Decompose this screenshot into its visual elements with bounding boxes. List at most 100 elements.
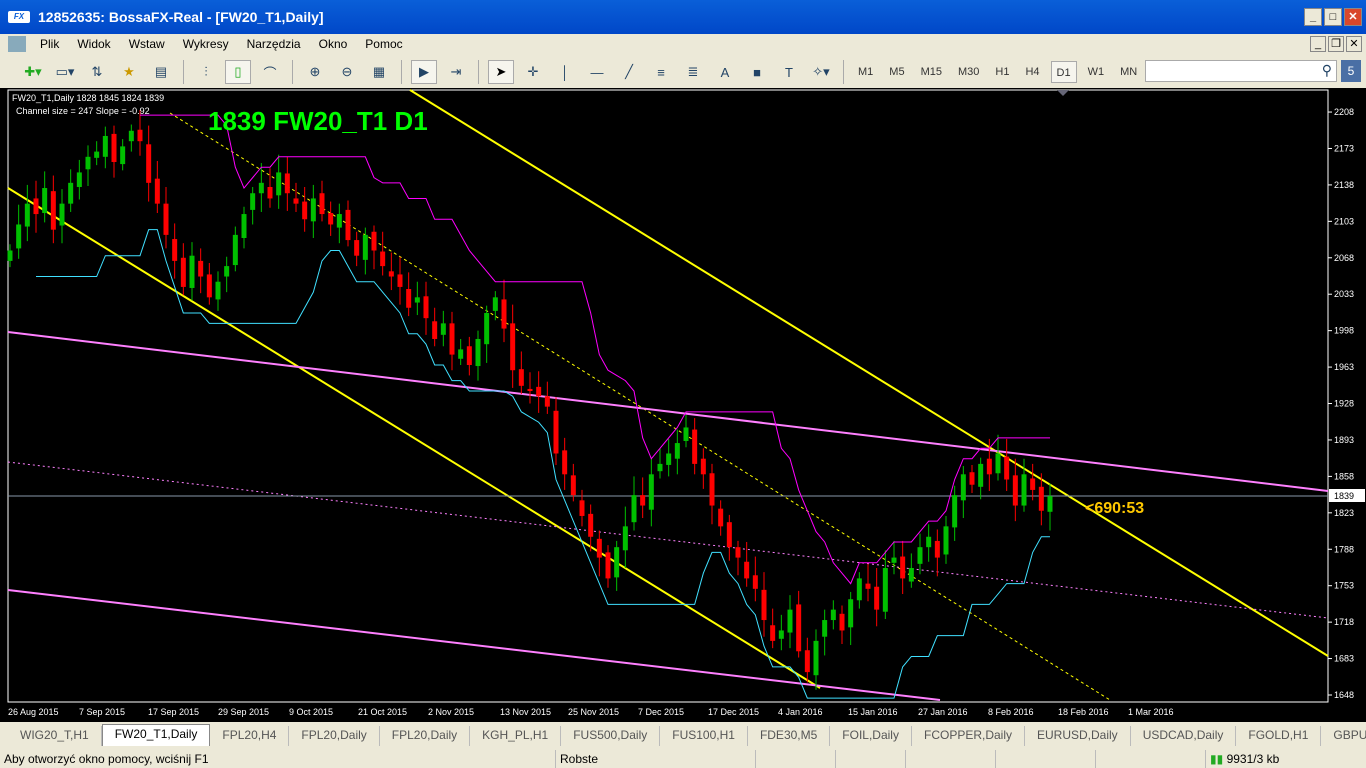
label-icon[interactable]: ■ [744,60,770,84]
chart-tab[interactable]: KGH_PL,H1 [470,726,562,746]
zoom-in-icon[interactable]: ⊕ [302,60,328,84]
pink-upper-line[interactable] [7,331,1329,492]
candle-body [59,203,65,226]
status-profile: Robste [556,750,756,768]
timeframe-m30[interactable]: M30 [953,61,984,83]
chart-tab[interactable]: FPL20,Daily [289,726,380,746]
auto-scroll-icon[interactable]: ▶ [411,60,437,84]
price-tick: 1648 [1334,690,1354,700]
cursor-icon[interactable]: ➤ [488,60,514,84]
timeframe-m5[interactable]: M5 [884,61,909,83]
candle-body [813,640,819,676]
chart-tab[interactable]: FPL20,H4 [210,726,290,746]
candle-body [33,198,39,215]
candle-body [709,473,715,506]
candle-body [76,172,82,187]
timeframe-d1[interactable]: D1 [1050,61,1077,83]
profiles-icon[interactable]: ▭▾ [52,60,78,84]
candle-body [7,250,13,261]
timeframe-w1[interactable]: W1 [1083,61,1110,83]
menu-narzedzia[interactable]: Narzędzia [247,37,301,51]
candle-body [102,135,108,157]
candle-body [752,575,758,589]
channel-lower-line[interactable] [7,187,821,689]
chart-shift-marker[interactable] [1057,90,1069,96]
timeframe-m15[interactable]: M15 [916,61,947,83]
text-icon[interactable]: A [712,60,738,84]
candle-body [388,271,394,277]
candle-body [475,338,481,367]
candle-body [449,323,455,355]
timeframe-h1[interactable]: H1 [990,61,1014,83]
child-restore-button[interactable]: ❐ [1328,36,1344,52]
chart-tab[interactable]: FDE30,M5 [748,726,831,746]
chart-tab[interactable]: FGOLD,H1 [1236,726,1322,746]
chart-tab[interactable]: FCOPPER,Daily [912,726,1025,746]
timeframe-mn[interactable]: MN [1115,61,1142,83]
text-label-icon[interactable]: T [776,60,802,84]
new-chart-icon[interactable]: ✚▾ [20,60,46,84]
chart-tab[interactable]: USDCAD,Daily [1131,726,1237,746]
chart-tab[interactable]: FW20_T1,Daily [101,724,211,746]
candle-body [380,251,386,267]
candle-body [128,130,134,142]
vertical-line-icon[interactable]: │ [552,60,578,84]
notification-badge[interactable]: 5 [1341,60,1361,82]
chart-tab[interactable]: EURUSD,Daily [1025,726,1131,746]
bar-chart-icon[interactable]: ⫶ [193,60,219,84]
zoom-out-icon[interactable]: ⊖ [334,60,360,84]
minimize-button[interactable]: _ [1304,8,1322,26]
fibonacci-icon[interactable]: ≣ [680,60,706,84]
search-input[interactable]: ⚲ [1145,60,1337,82]
price-tick: 1928 [1334,399,1354,409]
chart-tab[interactable]: FOIL,Daily [830,726,912,746]
menu-wstaw[interactable]: Wstaw [129,37,165,51]
timeframe-m1[interactable]: M1 [853,61,878,83]
candle-body [492,297,498,311]
maximize-button[interactable]: □ [1324,8,1342,26]
crosshair-icon[interactable]: ✛ [520,60,546,84]
candle-body [120,146,126,165]
candle-body [423,296,429,319]
window-title: 12852635: BossaFX-Real - [FW20_T1,Daily] [38,9,324,25]
menu-wykresy[interactable]: Wykresy [183,37,229,51]
candle-body [432,321,438,339]
menu-pomoc[interactable]: Pomoc [365,37,402,51]
chart-tab[interactable]: FPL20,Daily [380,726,471,746]
child-close-button[interactable]: ✕ [1346,36,1362,52]
child-minimize-button[interactable]: _ [1310,36,1326,52]
menu-okno[interactable]: Okno [319,37,348,51]
candlestick-icon[interactable]: ▯ [225,60,251,84]
candle-body [1004,456,1010,480]
navigator-icon[interactable]: ★ [116,60,142,84]
candle-body [692,429,698,464]
candle-body [553,410,559,454]
market-watch-icon[interactable]: ⇅ [84,60,110,84]
candle-body [822,620,828,637]
date-tick: 25 Nov 2015 [568,707,619,717]
candle-body [969,472,975,485]
candle-body [206,274,212,298]
search-icon[interactable]: ⚲ [1322,62,1332,79]
chart-tabs: WIG20_T,H1 FW20_T1,Daily FPL20,H4 FPL20,Dai… [0,724,1366,746]
candle-body [735,547,741,558]
channel-upper-line[interactable] [409,89,1329,657]
menu-widok[interactable]: Widok [77,37,110,51]
menu-plik[interactable]: Plik [40,37,59,51]
chart-tab[interactable]: WIG20_T,H1 [8,726,102,746]
trendline-icon[interactable]: ╱ [616,60,642,84]
chart-tab[interactable]: FUS500,Daily [561,726,661,746]
timeframe-h4[interactable]: H4 [1020,61,1044,83]
chart-tab[interactable]: FUS100,H1 [660,726,748,746]
tile-windows-icon[interactable]: ▦ [366,60,392,84]
channel-icon[interactable]: ≡ [648,60,674,84]
arrows-icon[interactable]: ✧▾ [808,60,834,84]
line-chart-icon[interactable]: ⌒ [257,60,283,84]
price-chart[interactable]: FW20_T1,Daily 1828 1845 1824 1839 Channe… [0,88,1366,722]
close-button[interactable]: ✕ [1344,8,1362,26]
terminal-icon[interactable]: ▤ [148,60,174,84]
horizontal-line-icon[interactable]: — [584,60,610,84]
chart-shift-icon[interactable]: ⇥ [443,60,469,84]
chart-tab[interactable]: GBPUSD,D [1321,726,1366,746]
date-tick: 7 Dec 2015 [638,707,684,717]
